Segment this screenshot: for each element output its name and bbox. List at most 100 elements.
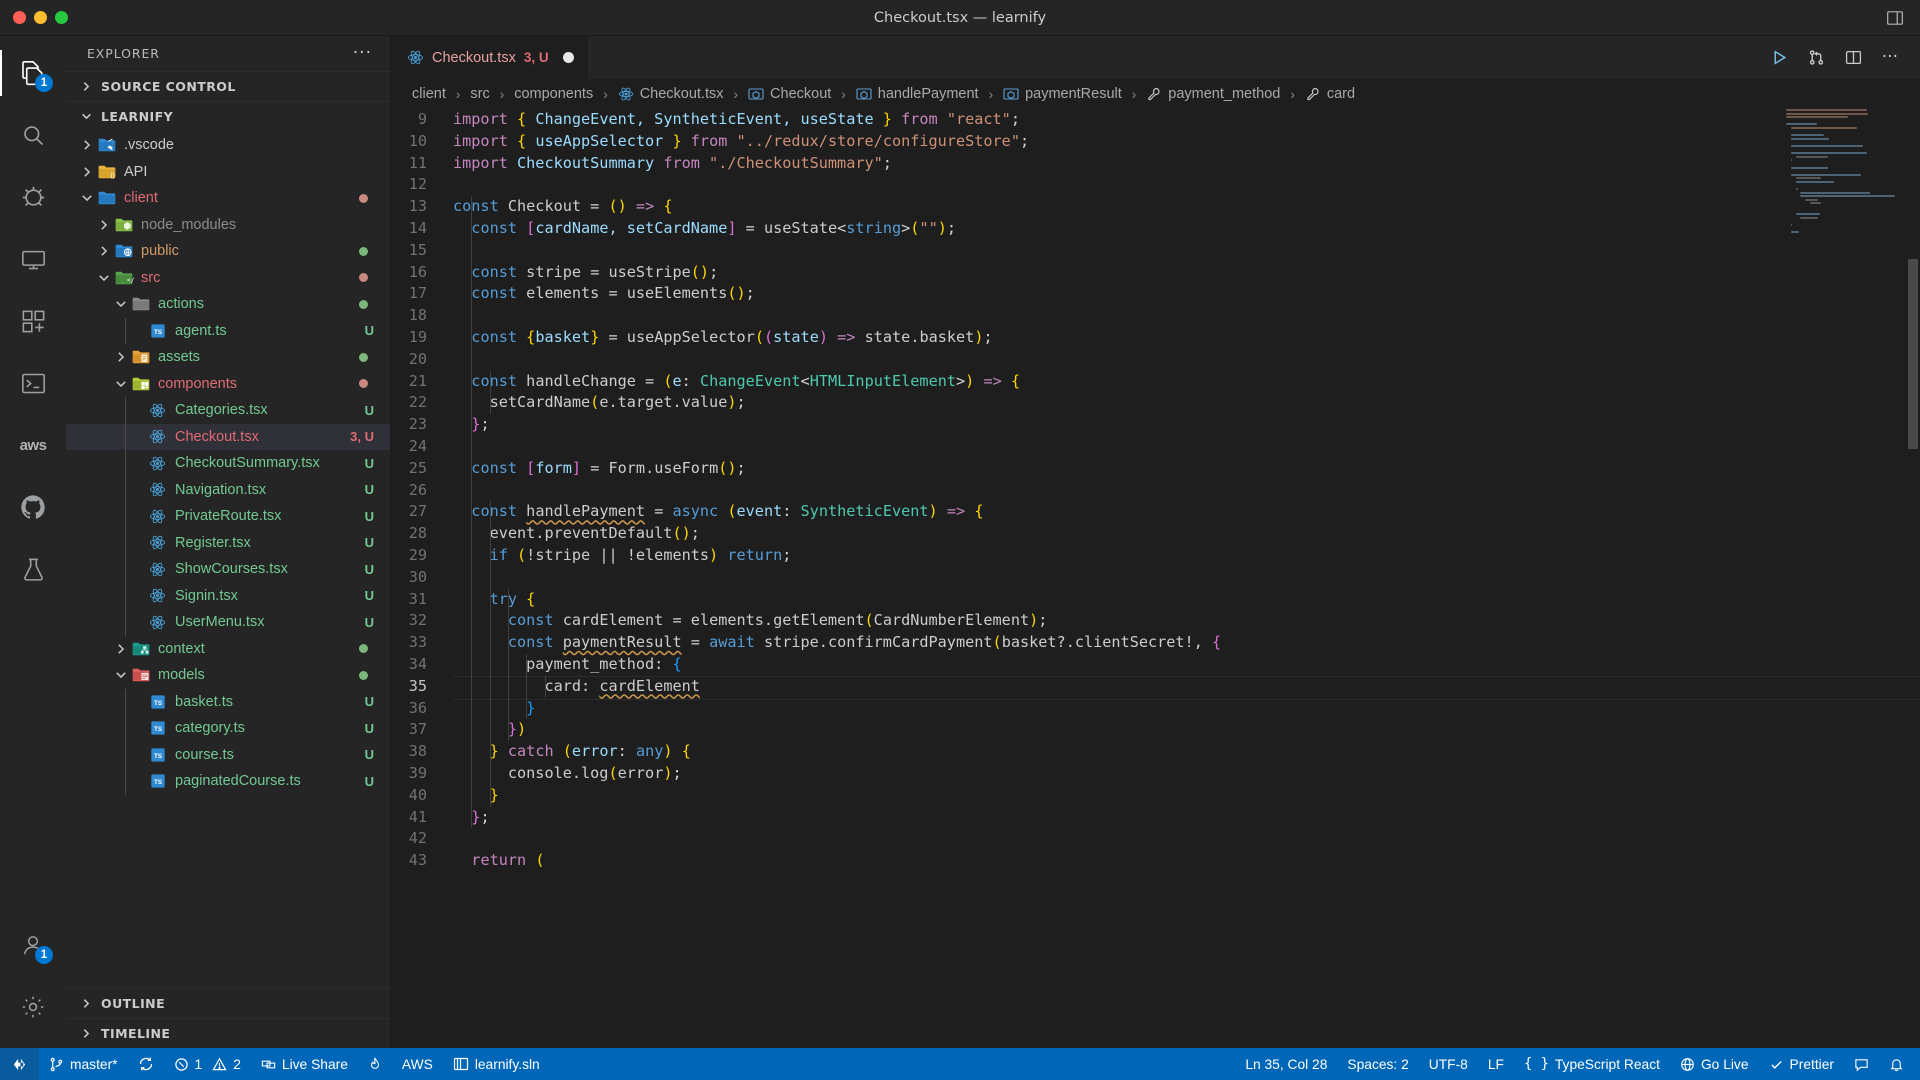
- chevron-right-icon[interactable]: [112, 351, 129, 363]
- status-aws[interactable]: AWS: [392, 1048, 443, 1080]
- tree-file-basket-ts[interactable]: TS basket.ts U: [66, 688, 390, 715]
- tab-dirty-indicator[interactable]: [562, 52, 574, 63]
- breadcrumb[interactable]: client › src › components › Checkout.tsx › Check…: [391, 79, 1920, 109]
- code-line-33[interactable]: 33 const paymentResult = await stripe.co…: [391, 632, 1920, 654]
- ellipsis-icon[interactable]: ···: [1882, 49, 1898, 66]
- activitybar-run-and-debug[interactable]: [0, 166, 66, 228]
- code-line-30[interactable]: 30: [391, 567, 1920, 589]
- status-prettier[interactable]: Prettier: [1759, 1048, 1844, 1080]
- code-line-35[interactable]: 35 card: cardElement: [391, 675, 1920, 700]
- tree-folder-models[interactable]: models: [66, 662, 390, 689]
- minimize-window-button[interactable]: [34, 11, 47, 24]
- code-line-20[interactable]: 20: [391, 349, 1920, 371]
- breadcrumb-item-src[interactable]: src: [467, 86, 492, 102]
- maximize-window-button[interactable]: [55, 11, 68, 24]
- code-line-26[interactable]: 26: [391, 480, 1920, 502]
- code-line-23[interactable]: 23 };: [391, 414, 1920, 436]
- code-line-16[interactable]: 16 const stripe = useStripe();: [391, 262, 1920, 284]
- breadcrumb-item-payment-method[interactable]: payment_method: [1143, 86, 1283, 102]
- editor-layout-icon[interactable]: [1886, 9, 1904, 27]
- play-icon[interactable]: [1771, 49, 1788, 66]
- breadcrumb-item-client[interactable]: client: [409, 86, 449, 102]
- code-line-31[interactable]: 31 try {: [391, 589, 1920, 611]
- code-scroll-area[interactable]: 9 import { ChangeEvent, SyntheticEvent, u…: [391, 109, 1920, 1048]
- code-line-19[interactable]: 19 const {basket} = useAppSelector((stat…: [391, 327, 1920, 349]
- status-feedback[interactable]: [1844, 1048, 1879, 1080]
- status-cursor-position[interactable]: Ln 35, Col 28: [1235, 1048, 1337, 1080]
- code-line-13[interactable]: 13 const Checkout = () => {: [391, 196, 1920, 218]
- status-problems[interactable]: 1 2: [164, 1048, 251, 1080]
- code-line-15[interactable]: 15: [391, 240, 1920, 262]
- close-window-button[interactable]: [13, 11, 26, 24]
- code-line-18[interactable]: 18: [391, 305, 1920, 327]
- breadcrumb-item-checkout-tsx[interactable]: Checkout.tsx: [615, 86, 727, 102]
- editor-vertical-scrollbar[interactable]: [1906, 109, 1920, 1048]
- tree-folder-api[interactable]: {} API: [66, 159, 390, 186]
- source-code[interactable]: 9 import { ChangeEvent, SyntheticEvent, u…: [391, 109, 1920, 872]
- tree-file-usermenu-tsx[interactable]: UserMenu.tsx U: [66, 609, 390, 636]
- chevron-down-icon[interactable]: [78, 192, 95, 204]
- activitybar-testing[interactable]: [0, 538, 66, 600]
- tree-folder-client[interactable]: client: [66, 185, 390, 212]
- code-line-34[interactable]: 34 payment_method: {: [391, 654, 1920, 676]
- section-learnify[interactable]: LEARNIFY: [66, 101, 390, 131]
- code-line-37[interactable]: 37 }): [391, 719, 1920, 741]
- status-live-share[interactable]: Live Share: [251, 1048, 358, 1080]
- code-line-43[interactable]: 43 return (: [391, 850, 1920, 872]
- status-notifications[interactable]: [1879, 1048, 1914, 1080]
- tree-file-agent-ts[interactable]: TS agent.ts U: [66, 317, 390, 344]
- code-line-10[interactable]: 10 import { useAppSelector } from "../red…: [391, 131, 1920, 153]
- tree-file-checkoutsummary-tsx[interactable]: CheckoutSummary.tsx U: [66, 450, 390, 477]
- tree-folder-public[interactable]: public: [66, 238, 390, 265]
- activitybar-accounts[interactable]: 1: [0, 914, 66, 976]
- chevron-right-icon[interactable]: [112, 643, 129, 655]
- breadcrumb-item-paymentresult[interactable]: paymentResult: [1000, 86, 1125, 102]
- tree-file-paginatedcourse-ts[interactable]: TS paginatedCourse.ts U: [66, 768, 390, 795]
- code-line-14[interactable]: 14 const [cardName, setCardName] = useSt…: [391, 218, 1920, 240]
- code-line-21[interactable]: 21 const handleChange = (e: ChangeEvent<…: [391, 371, 1920, 393]
- window-controls[interactable]: [0, 11, 68, 24]
- code-line-27[interactable]: 27 const handlePayment = async (event: S…: [391, 501, 1920, 523]
- activitybar-search[interactable]: [0, 104, 66, 166]
- scrollbar-thumb[interactable]: [1908, 259, 1918, 449]
- tree-file-categories-tsx[interactable]: Categories.tsx U: [66, 397, 390, 424]
- code-line-24[interactable]: 24: [391, 436, 1920, 458]
- code-editor[interactable]: 9 import { ChangeEvent, SyntheticEvent, u…: [391, 109, 1920, 1048]
- split-editor-icon[interactable]: [1845, 49, 1862, 66]
- tree-file-register-tsx[interactable]: Register.tsx U: [66, 529, 390, 556]
- code-line-17[interactable]: 17 const elements = useElements();: [391, 283, 1920, 305]
- section-source-control[interactable]: SOURCE CONTROL: [66, 71, 390, 101]
- tree-folder-node-modules[interactable]: node_modules: [66, 212, 390, 239]
- tree-folder-actions[interactable]: actions: [66, 291, 390, 318]
- code-line-28[interactable]: 28 event.preventDefault();: [391, 523, 1920, 545]
- status-encoding[interactable]: UTF-8: [1419, 1048, 1478, 1080]
- chevron-down-icon[interactable]: [112, 298, 129, 310]
- code-line-32[interactable]: 32 const cardElement = elements.getEleme…: [391, 610, 1920, 632]
- tree-file-privateroute-tsx[interactable]: PrivateRoute.tsx U: [66, 503, 390, 530]
- code-line-9[interactable]: 9 import { ChangeEvent, SyntheticEvent, u…: [391, 109, 1920, 131]
- chevron-down-icon[interactable]: [112, 378, 129, 390]
- code-line-12[interactable]: 12: [391, 174, 1920, 196]
- file-tree[interactable]: .vscode {} API client node_modulespublic </> s…: [66, 131, 390, 988]
- status-solution[interactable]: learnify.sln: [443, 1048, 550, 1080]
- chevron-down-icon[interactable]: [95, 272, 112, 284]
- tree-file-showcourses-tsx[interactable]: ShowCourses.tsx U: [66, 556, 390, 583]
- chevron-right-icon[interactable]: [95, 219, 112, 231]
- section-outline[interactable]: OUTLINE: [66, 988, 390, 1018]
- sidebar-more-actions-button[interactable]: ···: [353, 45, 372, 62]
- section-timeline[interactable]: TIMELINE: [66, 1018, 390, 1048]
- status-go-live[interactable]: Go Live: [1670, 1048, 1759, 1080]
- tree-file-signin-tsx[interactable]: Signin.tsx U: [66, 582, 390, 609]
- tree-folder-assets[interactable]: assets: [66, 344, 390, 371]
- git-compare-icon[interactable]: [1808, 49, 1825, 66]
- code-line-36[interactable]: 36 }: [391, 698, 1920, 720]
- tree-file-course-ts[interactable]: TS course.ts U: [66, 741, 390, 768]
- tree-file-navigation-tsx[interactable]: Navigation.tsx U: [66, 476, 390, 503]
- activitybar-aws-toolkit[interactable]: aws: [0, 414, 66, 476]
- tree-folder-context[interactable]: context: [66, 636, 390, 663]
- status-radon[interactable]: [358, 1048, 392, 1080]
- breadcrumb-item-checkout[interactable]: Checkout: [745, 86, 834, 102]
- tab-checkout-tsx[interactable]: Checkout.tsx 3, U: [391, 36, 589, 79]
- status-sync[interactable]: [128, 1048, 164, 1080]
- code-line-42[interactable]: 42: [391, 828, 1920, 850]
